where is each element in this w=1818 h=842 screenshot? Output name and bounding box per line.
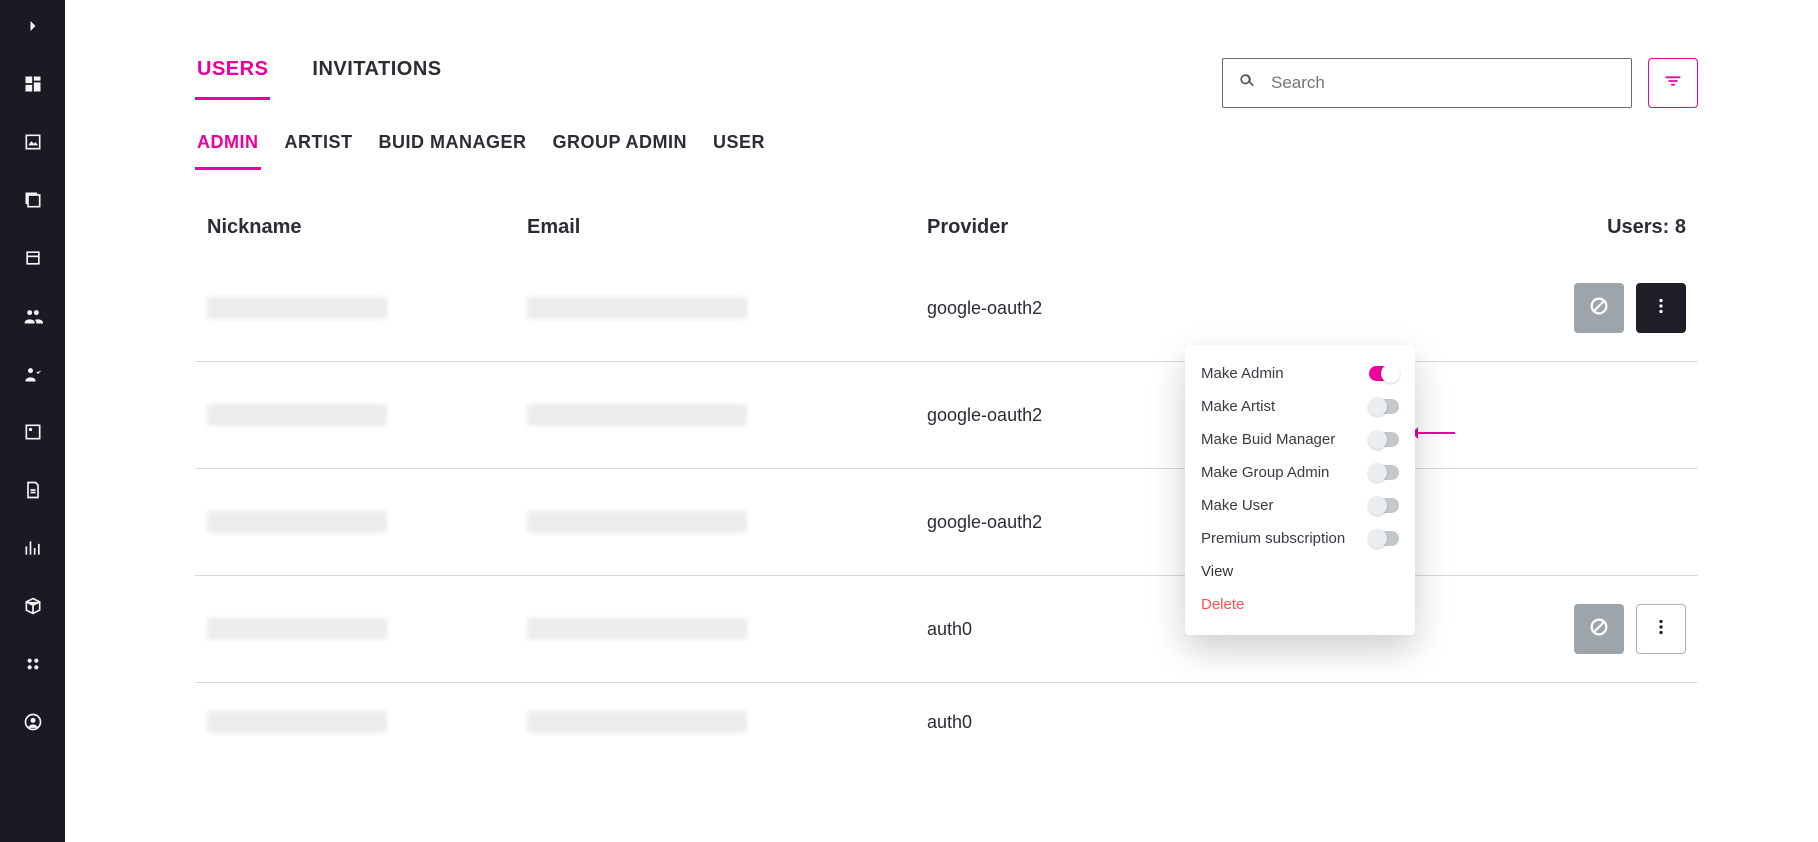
provider-cell: google-oauth2	[927, 405, 1227, 426]
document-icon[interactable]	[17, 474, 49, 506]
table-row: auth0	[195, 576, 1698, 683]
tab-secondary-user[interactable]: USER	[711, 126, 767, 170]
tab-primary-invitations[interactable]: INVITATIONS	[310, 50, 443, 100]
row-actions-menu: Make Admin Make Artist Make Buid Manager Ma…	[1185, 345, 1415, 635]
block-button[interactable]	[1574, 604, 1624, 654]
chevron-right-icon[interactable]	[17, 10, 49, 42]
sidebar	[0, 0, 65, 842]
provider-cell: google-oauth2	[927, 512, 1227, 533]
provider-cell: auth0	[927, 619, 1227, 640]
art-icon[interactable]	[17, 416, 49, 448]
annotation-arrow	[1415, 432, 1455, 434]
redacted-nickname	[207, 297, 387, 319]
toggle[interactable]	[1369, 465, 1399, 480]
menu-option-label: Make Group Admin	[1201, 464, 1329, 481]
more-button[interactable]	[1636, 604, 1686, 654]
toolbar	[1222, 58, 1698, 108]
toggle[interactable]	[1369, 531, 1399, 546]
search-box[interactable]	[1222, 58, 1632, 108]
ban-icon	[1588, 616, 1610, 643]
filter-icon	[1662, 70, 1684, 97]
apps-icon[interactable]	[17, 648, 49, 680]
provider-cell: auth0	[927, 712, 1227, 733]
redacted-email	[527, 511, 747, 533]
more-vertical-icon	[1650, 616, 1672, 643]
table-row: auth0	[195, 683, 1698, 737]
analytics-icon[interactable]	[17, 532, 49, 564]
table-header: Nickname Email Provider Users: 8	[195, 216, 1698, 255]
more-button[interactable]	[1636, 283, 1686, 333]
table-row: google-oauth2	[195, 362, 1698, 469]
toggle[interactable]	[1369, 498, 1399, 513]
menu-option-label: Make Buid Manager	[1201, 431, 1335, 448]
menu-option-make-buid-manager[interactable]: Make Buid Manager	[1201, 423, 1399, 456]
menu-option-make-group-admin[interactable]: Make Group Admin	[1201, 456, 1399, 489]
tabs-secondary: ADMIN ARTIST BUID MANAGER GROUP ADMIN USER	[195, 126, 1698, 170]
menu-option-label: Premium subscription	[1201, 530, 1345, 547]
dashboard-icon[interactable]	[17, 68, 49, 100]
redacted-email	[527, 297, 747, 319]
users-icon[interactable]	[17, 300, 49, 332]
menu-option-make-admin[interactable]: Make Admin	[1201, 357, 1399, 390]
column-nickname: Nickname	[207, 216, 527, 239]
menu-option-label: Make Artist	[1201, 398, 1275, 415]
redacted-email	[527, 404, 747, 426]
column-email: Email	[527, 216, 927, 239]
menu-view[interactable]: View	[1201, 555, 1399, 588]
menu-option-label: Make User	[1201, 497, 1274, 514]
redacted-nickname	[207, 618, 387, 640]
search-icon	[1237, 71, 1257, 96]
calendar-icon[interactable]	[17, 242, 49, 274]
users-count: Users: 8	[1607, 216, 1686, 239]
image-icon[interactable]	[17, 126, 49, 158]
redacted-nickname	[207, 711, 387, 733]
row-actions	[1574, 283, 1686, 333]
redacted-nickname	[207, 404, 387, 426]
toggle[interactable]	[1369, 366, 1399, 381]
menu-option-label: Make Admin	[1201, 365, 1284, 382]
provider-cell: google-oauth2	[927, 298, 1227, 319]
tab-secondary-group-admin[interactable]: GROUP ADMIN	[551, 126, 690, 170]
table-row: google-oauth2	[195, 255, 1698, 362]
cube-icon[interactable]	[17, 590, 49, 622]
tab-primary-users[interactable]: USERS	[195, 50, 270, 100]
toggle[interactable]	[1369, 399, 1399, 414]
block-button[interactable]	[1574, 283, 1624, 333]
toggle[interactable]	[1369, 432, 1399, 447]
redacted-email	[527, 618, 747, 640]
table-row: google-oauth2	[195, 469, 1698, 576]
more-vertical-icon	[1650, 295, 1672, 322]
menu-option-make-artist[interactable]: Make Artist	[1201, 390, 1399, 423]
main-content: USERS INVITATIONS ADMIN ARTIST BUID MANAGER…	[65, 0, 1818, 842]
user-check-icon[interactable]	[17, 358, 49, 390]
tab-secondary-artist[interactable]: ARTIST	[283, 126, 355, 170]
ban-icon	[1588, 295, 1610, 322]
table-body: google-oauth2 google-oauth2 google-oauth2 a…	[195, 255, 1698, 737]
filter-button[interactable]	[1648, 58, 1698, 108]
menu-delete[interactable]: Delete	[1201, 588, 1399, 621]
collections-icon[interactable]	[17, 184, 49, 216]
row-actions	[1574, 604, 1686, 654]
tab-secondary-admin[interactable]: ADMIN	[195, 126, 261, 170]
account-icon[interactable]	[17, 706, 49, 738]
menu-option-make-user[interactable]: Make User	[1201, 489, 1399, 522]
menu-option-premium-subscription[interactable]: Premium subscription	[1201, 522, 1399, 555]
tab-secondary-buid-manager[interactable]: BUID MANAGER	[377, 126, 529, 170]
column-provider: Provider	[927, 216, 1227, 239]
redacted-nickname	[207, 511, 387, 533]
redacted-email	[527, 711, 747, 733]
search-input[interactable]	[1269, 72, 1617, 94]
